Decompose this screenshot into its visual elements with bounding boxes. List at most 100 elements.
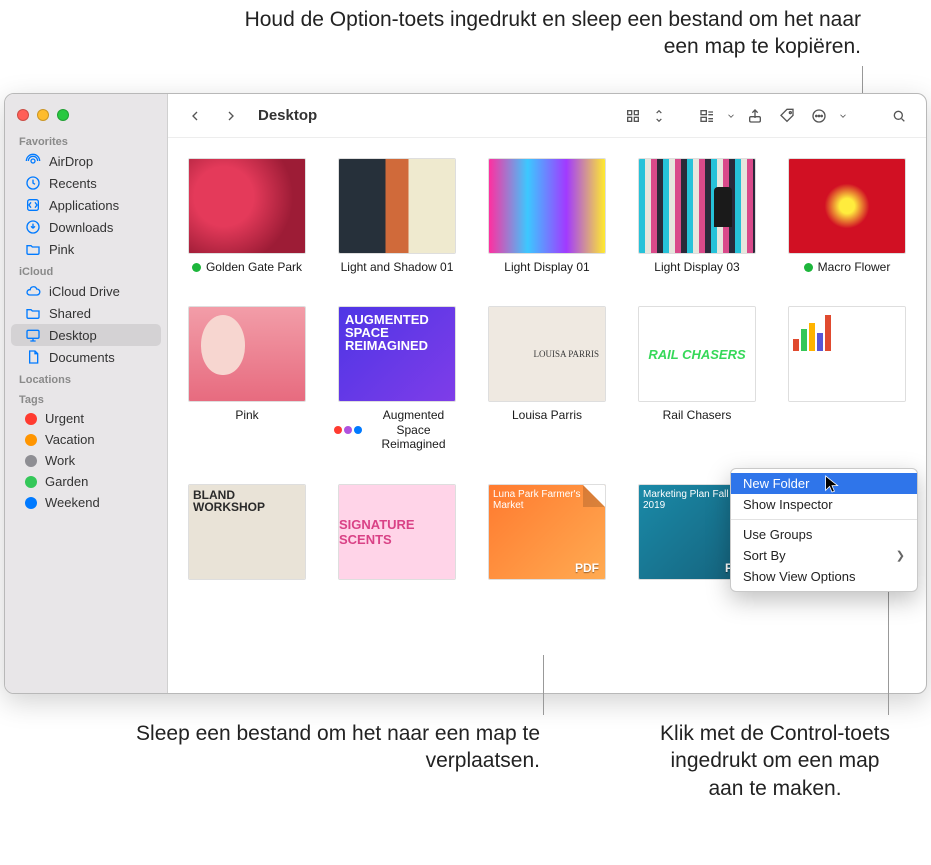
file-label: Rail Chasers	[663, 408, 732, 422]
file-item[interactable]: BLAND WORKSHOP	[184, 484, 310, 586]
tag-dot-gray	[25, 455, 37, 467]
sidebar-section-locations: Locations	[5, 368, 167, 388]
sidebar-item-downloads[interactable]: Downloads	[11, 216, 161, 238]
file-item[interactable]: Light and Shadow 01	[334, 158, 460, 274]
menu-item-label: Show View Options	[743, 569, 856, 584]
sidebar-item-shared[interactable]: Shared	[11, 302, 161, 324]
sidebar-item-icloud-drive[interactable]: iCloud Drive	[11, 280, 161, 302]
main-area: Desktop Golden Gate Park	[168, 94, 926, 693]
window-controls	[5, 100, 167, 130]
toolbar: Desktop	[168, 94, 926, 138]
callout-line	[543, 655, 544, 715]
minimize-button[interactable]	[37, 109, 49, 121]
file-item[interactable]: Luna Park Farmer's Market	[484, 484, 610, 586]
sidebar-item-label: Work	[45, 453, 75, 468]
tag-dot-red	[25, 413, 37, 425]
file-label: Light Display 03	[654, 260, 739, 274]
menu-item-label: New Folder	[743, 476, 809, 491]
more-button[interactable]	[806, 103, 832, 129]
sidebar-section-tags: Tags	[5, 388, 167, 408]
file-thumbnail: RAIL CHASERS	[638, 306, 756, 402]
multi-tag-dots	[334, 426, 362, 434]
context-menu-use-groups[interactable]: Use Groups	[731, 524, 917, 545]
sidebar-tag-vacation[interactable]: Vacation	[11, 429, 161, 450]
view-mode-button[interactable]	[620, 103, 646, 129]
sidebar-item-label: Applications	[49, 198, 119, 213]
view-mode-chevron-icon[interactable]	[652, 103, 666, 129]
back-button[interactable]	[182, 103, 208, 129]
file-label: Golden Gate Park	[206, 260, 302, 274]
sidebar-tag-urgent[interactable]: Urgent	[11, 408, 161, 429]
file-thumbnail: AUGMENTED SPACE REIMAGINED	[338, 306, 456, 402]
downloads-icon	[25, 219, 41, 235]
sidebar-item-label: Garden	[45, 474, 88, 489]
file-item[interactable]: Golden Gate Park	[184, 158, 310, 274]
sidebar-item-label: iCloud Drive	[49, 284, 120, 299]
sidebar-item-label: Pink	[49, 242, 74, 257]
share-button[interactable]	[742, 103, 768, 129]
context-menu-sort-by[interactable]: Sort By❯	[731, 545, 917, 566]
file-item[interactable]: SIGNATURE SCENTS	[334, 484, 460, 586]
file-thumbnail	[188, 158, 306, 254]
file-item[interactable]: AUGMENTED SPACE REIMAGINED Augmented Spa…	[334, 306, 460, 451]
context-menu-show-inspector[interactable]: Show Inspector	[731, 494, 917, 515]
sidebar-item-label: Downloads	[49, 220, 113, 235]
forward-button[interactable]	[218, 103, 244, 129]
tags-button[interactable]	[774, 103, 800, 129]
file-label: Light and Shadow 01	[341, 260, 454, 274]
menu-separator	[731, 519, 917, 520]
file-thumbnail	[788, 158, 906, 254]
sidebar-tag-garden[interactable]: Garden	[11, 471, 161, 492]
callout-bottom-left: Sleep een bestand om het naar een map te…	[130, 720, 540, 775]
file-thumbnail: BLAND WORKSHOP	[188, 484, 306, 580]
file-label: Augmented Space Reimagined	[367, 408, 460, 451]
sidebar-item-documents[interactable]: Documents	[11, 346, 161, 368]
file-item[interactable]: RAIL CHASERS Rail Chasers	[634, 306, 760, 451]
file-label: Pink	[235, 408, 258, 422]
file-thumbnail	[188, 306, 306, 402]
desktop-icon	[25, 327, 41, 343]
file-label: Macro Flower	[818, 260, 891, 274]
toolbar-right-group	[620, 103, 912, 129]
sidebar-item-recents[interactable]: Recents	[11, 172, 161, 194]
file-label: Louisa Parris	[512, 408, 582, 422]
finder-window: Favorites AirDrop Recents Applications D…	[4, 93, 927, 694]
file-thumbnail	[638, 158, 756, 254]
sidebar-tag-weekend[interactable]: Weekend	[11, 492, 161, 513]
chevron-down-icon[interactable]	[726, 103, 736, 129]
sidebar-item-label: AirDrop	[49, 154, 93, 169]
context-menu-show-view-options[interactable]: Show View Options	[731, 566, 917, 587]
file-thumbnail: SIGNATURE SCENTS	[338, 484, 456, 580]
file-item[interactable]: Macro Flower	[784, 158, 910, 274]
tag-dot-green	[25, 476, 37, 488]
sidebar-item-airdrop[interactable]: AirDrop	[11, 150, 161, 172]
file-item[interactable]: LOUISA PARRIS Louisa Parris	[484, 306, 610, 451]
menu-item-label: Show Inspector	[743, 497, 833, 512]
sidebar-item-applications[interactable]: Applications	[11, 194, 161, 216]
file-label: Light Display 01	[504, 260, 589, 274]
close-button[interactable]	[17, 109, 29, 121]
file-item[interactable]: Light Display 01	[484, 158, 610, 274]
tag-dot-green	[804, 263, 813, 272]
chevron-down-icon[interactable]	[838, 103, 848, 129]
airdrop-icon	[25, 153, 41, 169]
file-thumbnail	[338, 158, 456, 254]
sidebar-item-label: Recents	[49, 176, 97, 191]
search-button[interactable]	[886, 103, 912, 129]
callout-top: Houd de Option-toets ingedrukt en sleep …	[221, 6, 861, 61]
file-item[interactable]	[784, 306, 910, 451]
sidebar-item-desktop[interactable]: Desktop	[11, 324, 161, 346]
file-item[interactable]: Pink	[184, 306, 310, 451]
sidebar: Favorites AirDrop Recents Applications D…	[5, 94, 168, 693]
sidebar-item-pink[interactable]: Pink	[11, 238, 161, 260]
sidebar-item-label: Weekend	[45, 495, 100, 510]
file-item[interactable]: Light Display 03	[634, 158, 760, 274]
tag-dot-green	[192, 263, 201, 272]
fullscreen-button[interactable]	[57, 109, 69, 121]
group-button[interactable]	[694, 103, 720, 129]
sidebar-tag-work[interactable]: Work	[11, 450, 161, 471]
window-title: Desktop	[258, 107, 317, 124]
sidebar-item-label: Vacation	[45, 432, 95, 447]
file-grid-area[interactable]: Golden Gate Park Light and Shadow 01 Lig…	[168, 138, 926, 693]
document-icon	[25, 349, 41, 365]
